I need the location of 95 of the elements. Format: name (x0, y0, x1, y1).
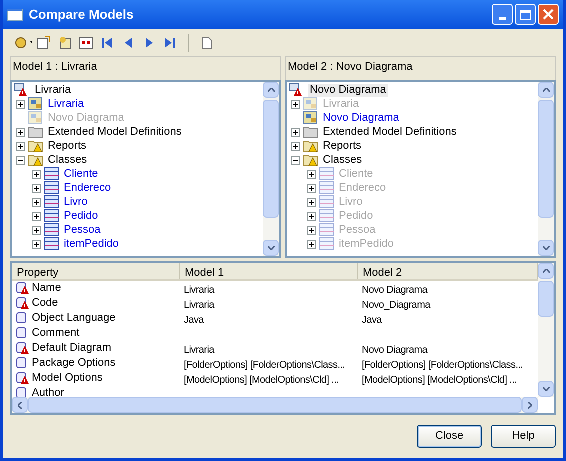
minimize-button[interactable] (492, 4, 513, 25)
tree-item[interactable]: Extended Model Definitions (322, 126, 458, 138)
scrollbar[interactable] (538, 263, 554, 397)
expand-toggle[interactable] (307, 226, 316, 234)
class-icon (319, 223, 335, 237)
expand-toggle[interactable] (32, 226, 41, 234)
class-icon (44, 195, 60, 209)
table-cell-text: Author (32, 386, 64, 402)
window-icon (7, 8, 23, 20)
tree-item[interactable]: Cliente (63, 168, 100, 180)
table-cell: [ModelOptions] [ModelOptions\Cld] ... (362, 374, 518, 386)
expand-toggle[interactable] (16, 142, 25, 150)
expand-toggle[interactable] (32, 184, 41, 192)
help-button[interactable]: Help (491, 425, 556, 448)
diagram-icon (28, 97, 44, 111)
expand-toggle[interactable] (307, 198, 316, 206)
table-cell: Livraria (184, 344, 214, 356)
tree-item[interactable]: Pessoa (63, 224, 102, 236)
table-cell: Java (184, 314, 204, 326)
class-icon (44, 209, 60, 223)
class-icon (319, 237, 335, 251)
collapse-toggle[interactable] (291, 156, 300, 164)
maximize-button[interactable] (515, 4, 536, 25)
tree-item[interactable]: Livro (63, 196, 89, 208)
expand-toggle[interactable] (291, 128, 300, 136)
class-icon (319, 209, 335, 223)
table-cell: Novo Diagrama (362, 344, 428, 356)
expand-toggle[interactable] (307, 240, 316, 248)
close-icon (543, 9, 554, 20)
tree-item[interactable]: Pedido (63, 210, 100, 222)
tree-item[interactable]: Livraria (47, 98, 86, 110)
folder-icon (303, 125, 319, 139)
column-header[interactable]: Model 1 (180, 263, 358, 279)
close-dialog-button[interactable]: Close (417, 425, 482, 448)
class-icon (44, 237, 60, 251)
table-cell: Livraria (184, 300, 214, 310)
expand-toggle[interactable] (291, 142, 300, 150)
table-cell: [FolderOptions] [FolderOptions\Class... (362, 360, 524, 370)
folder-warning-icon (303, 153, 319, 167)
tree-item[interactable]: Reports (322, 140, 363, 152)
tree-item[interactable]: Classes (322, 154, 364, 166)
close-button[interactable] (538, 4, 559, 25)
class-icon (44, 167, 60, 181)
table-cell-text: Default Diagram (32, 341, 112, 356)
expand-toggle[interactable] (307, 184, 316, 192)
table-cell: [FolderOptions] [FolderOptions\Class... (184, 360, 346, 370)
table-cell: Java (362, 314, 382, 326)
table-cell-text: Model Options (32, 371, 103, 386)
scrollbar[interactable] (263, 82, 279, 256)
window-title: Compare Models (29, 6, 135, 24)
table-cell: Livraria (184, 284, 214, 296)
table-cell: Novo_Diagrama (362, 300, 430, 310)
folder-warning-icon (303, 139, 319, 153)
diagram-icon (303, 97, 319, 111)
expand-toggle[interactable] (307, 170, 316, 178)
tree-item[interactable]: Extended Model Definitions (47, 126, 183, 138)
class-icon (319, 195, 335, 209)
expand-toggle[interactable] (32, 198, 41, 206)
table-cell-text: Object Language (32, 311, 116, 326)
tree-root[interactable]: Novo Diagrama (308, 84, 388, 96)
class-icon (319, 181, 335, 195)
table-cell-text: Package Options (32, 356, 116, 372)
model-warning-icon (14, 83, 30, 97)
tree-item[interactable]: Reports (47, 140, 88, 152)
tree-item[interactable]: Novo Diagrama (322, 112, 400, 124)
tree-item[interactable]: Endereco (63, 182, 112, 194)
tree-item[interactable]: Classes (47, 154, 88, 166)
class-icon (44, 223, 60, 237)
expand-toggle[interactable] (307, 212, 316, 220)
class-icon (44, 181, 60, 195)
table-cell: [ModelOptions] [ModelOptions\Cld] ... (184, 374, 340, 386)
diagram-icon (303, 111, 319, 125)
table-cell: Novo Diagrama (362, 284, 428, 296)
folder-warning-icon (28, 139, 44, 153)
model-warning-icon (289, 83, 305, 97)
class-icon (319, 167, 335, 181)
table-cell-text: Comment (32, 326, 80, 342)
column-header[interactable]: Property (12, 263, 180, 279)
tree-root[interactable]: Livraria (33, 84, 74, 96)
scrollbar[interactable] (538, 82, 554, 256)
expand-toggle[interactable] (32, 170, 41, 178)
diagram-icon (28, 111, 44, 125)
expand-toggle[interactable] (16, 128, 25, 136)
table-cell-text: Name (32, 281, 62, 296)
expand-toggle[interactable] (291, 100, 300, 108)
expand-toggle[interactable] (32, 240, 41, 248)
horizontal-scrollbar[interactable] (12, 397, 538, 413)
table-cell-text: Code (32, 296, 58, 312)
folder-warning-icon (28, 153, 44, 167)
expand-toggle[interactable] (16, 100, 25, 108)
expand-toggle[interactable] (32, 212, 41, 220)
tree-item[interactable]: itemPedido (63, 238, 120, 250)
folder-icon (28, 125, 44, 139)
properties-icon[interactable] (35, 34, 53, 52)
collapse-toggle[interactable] (16, 156, 25, 164)
